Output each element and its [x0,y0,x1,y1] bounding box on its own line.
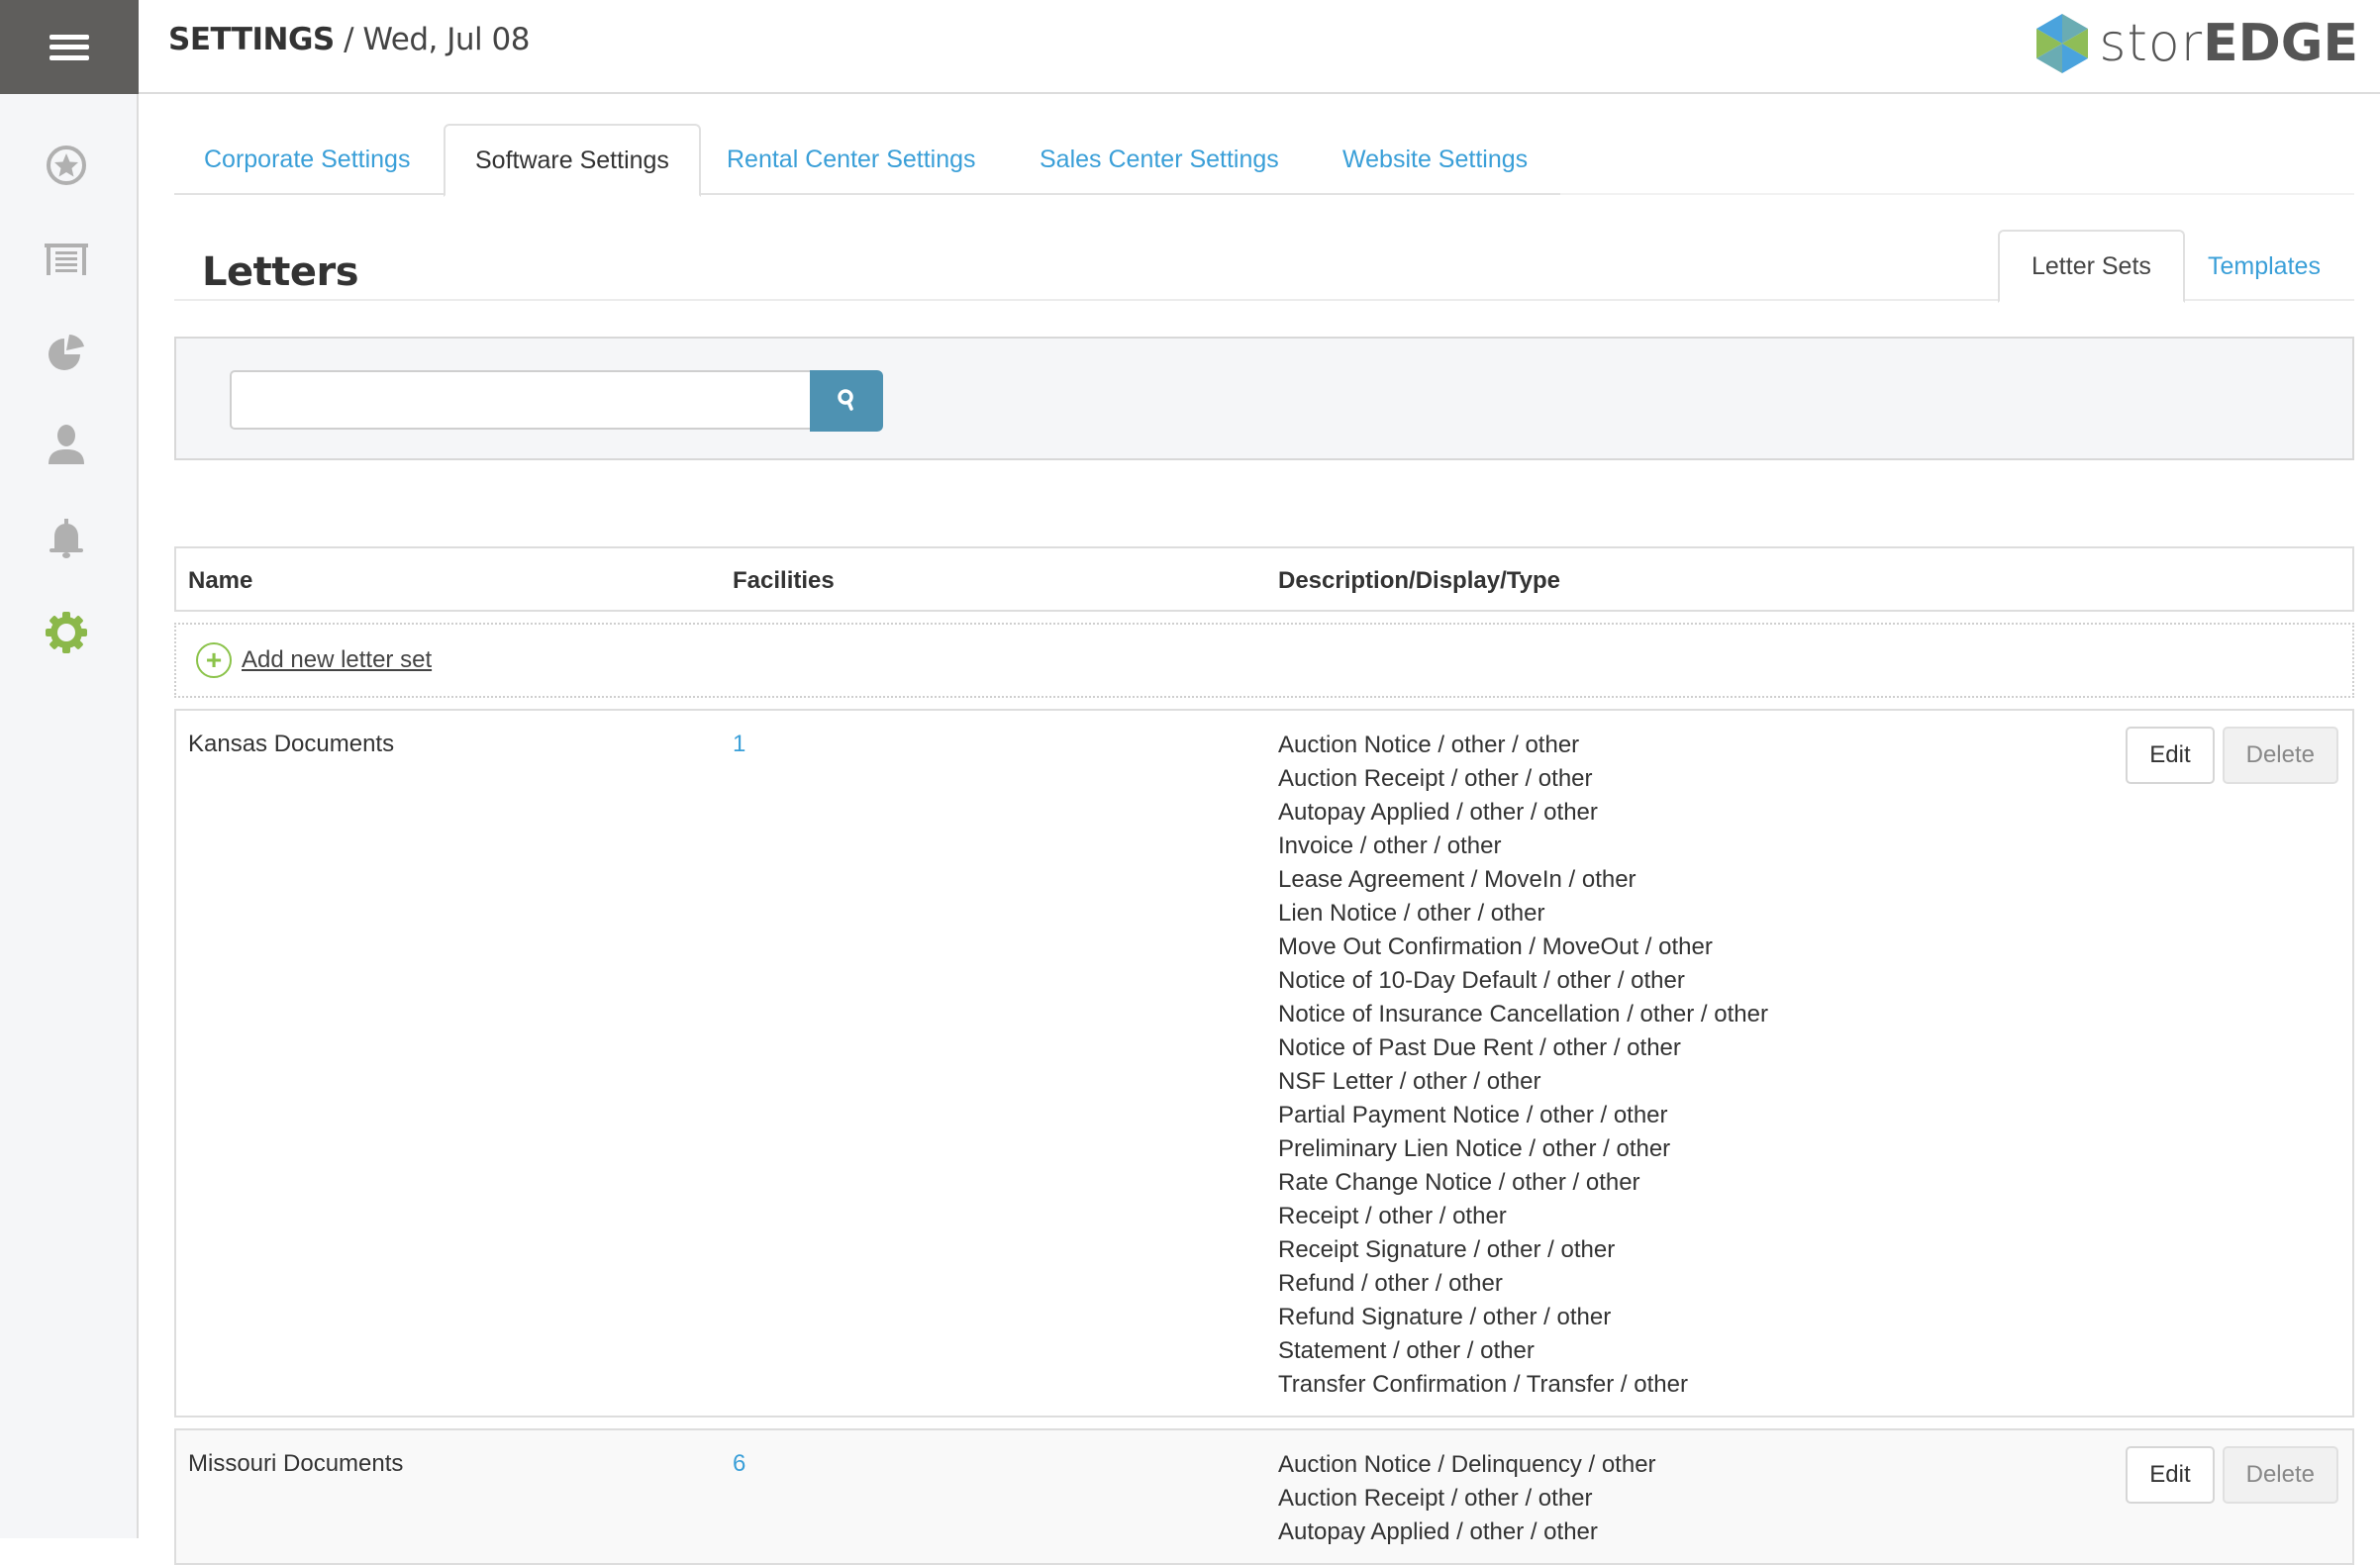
description-item: Lease Agreement / MoveIn / other [1278,866,1636,893]
table-row: Kansas Documents 1 Auction Notice / othe… [174,709,2354,1418]
sidebar-item-favorites[interactable] [42,141,91,190]
table-row: Missouri Documents 6 Auction Notice / De… [174,1428,2354,1565]
subtab-letter-sets[interactable]: Letter Sets [1998,230,2185,303]
add-circle-icon: + [196,642,232,678]
table-header: Name Facilities Description/Display/Type [174,546,2354,612]
description-item: Receipt / other / other [1278,1203,1507,1229]
search-icon [838,389,853,411]
sidebar-item-customers[interactable] [42,420,91,469]
column-header-description[interactable]: Description/Display/Type [1278,567,1560,595]
description-item: Refund / other / other [1278,1270,1503,1297]
sidebar-item-notifications[interactable] [42,514,91,563]
description-item: Notice of Past Due Rent / other / other [1278,1034,1681,1061]
user-icon [49,425,84,464]
sidebar-item-units[interactable] [42,235,91,284]
description-item: Preliminary Lien Notice / other / other [1278,1135,1671,1162]
top-bar: SETTINGS / Wed, Jul 08 stor EDGE [139,0,2380,94]
description-item: Lien Notice / other / other [1278,900,1545,927]
settings-tabs: Corporate Settings Software Settings Ren… [174,124,2354,197]
column-header-name[interactable]: Name [188,567,252,595]
row-actions: Edit Delete [2126,1446,2338,1504]
description-item: NSF Letter / other / other [1278,1068,1541,1095]
delete-button[interactable]: Delete [2222,727,2338,784]
search-button[interactable] [810,370,883,432]
cube-logo-icon [2036,14,2089,73]
tab-rental-center-settings[interactable]: Rental Center Settings [697,124,1006,195]
letter-set-name: Missouri Documents [188,1450,404,1477]
edit-button[interactable]: Edit [2126,1446,2215,1504]
page-title: SETTINGS / Wed, Jul 08 [168,22,530,57]
tab-website-settings[interactable]: Website Settings [1313,124,1557,195]
row-actions: Edit Delete [2126,727,2338,784]
tab-corporate-settings[interactable]: Corporate Settings [174,124,440,195]
bell-icon [50,519,83,558]
add-letter-set-row[interactable]: + Add new letter set [174,623,2354,698]
letter-sets-table: Name Facilities Description/Display/Type… [174,546,2354,1565]
description-item: Notice of 10-Day Default / other / other [1278,967,1685,994]
description-item: Notice of Insurance Cancellation / other… [1278,1001,1768,1027]
add-letter-set-link[interactable]: Add new letter set [242,646,432,674]
sidebar-item-settings[interactable] [42,608,91,657]
gear-icon [46,612,87,653]
garage-door-icon [45,244,88,275]
section-title: Letters [202,249,359,295]
description-item: Invoice / other / other [1278,832,1502,859]
tab-sales-center-settings[interactable]: Sales Center Settings [1010,124,1309,195]
description-item: Move Out Confirmation / MoveOut / other [1278,933,1713,960]
description-item: Autopay Applied / other / other [1278,799,1598,826]
delete-button[interactable]: Delete [2222,1446,2338,1504]
letters-header: Letters Letter Sets Templates [174,226,2354,303]
hamburger-icon [50,34,89,60]
letter-set-name: Kansas Documents [188,731,395,757]
description-item: Statement / other / other [1278,1337,1535,1364]
search-panel [174,337,2354,460]
sidebar [0,0,139,1538]
logo-text-edge: EDGE [2203,14,2358,73]
menu-toggle-button[interactable] [0,0,139,94]
tab-bar-divider [1560,193,2354,195]
description-item: Autopay Applied / other / other [1278,1518,1598,1545]
pie-chart-icon [49,335,84,370]
column-header-facilities[interactable]: Facilities [733,567,835,595]
description-item: Refund Signature / other / other [1278,1304,1612,1330]
storedge-logo: stor EDGE [2033,12,2358,75]
description-list: Auction Notice / other / other Auction Re… [1278,729,2352,1402]
description-item: Partial Payment Notice / other / other [1278,1102,1668,1128]
description-item: Receipt Signature / other / other [1278,1236,1616,1263]
tab-software-settings[interactable]: Software Settings [444,124,701,197]
description-item: Rate Change Notice / other / other [1278,1169,1640,1196]
star-circle-icon [47,146,86,185]
title-separator: / [334,22,363,57]
facilities-count-link[interactable]: 6 [733,1450,745,1478]
subtab-templates[interactable]: Templates [2176,230,2352,303]
edit-button[interactable]: Edit [2126,727,2215,784]
search-input[interactable] [230,370,810,430]
page-title-section: SETTINGS [168,22,335,57]
sidebar-item-reports[interactable] [42,328,91,377]
facilities-count-link[interactable]: 1 [733,731,745,758]
description-item: Transfer Confirmation / Transfer / other [1278,1371,1688,1398]
logo-text-stor: stor [2099,14,2204,73]
page-date: Wed, Jul 08 [362,22,530,57]
